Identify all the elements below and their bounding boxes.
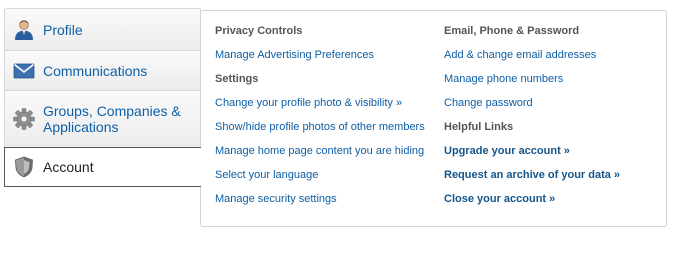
manage-advertising-preferences-link[interactable]: Manage Advertising Preferences	[215, 48, 435, 72]
manage-security-settings-link[interactable]: Manage security settings	[215, 192, 435, 216]
gear-icon	[13, 108, 35, 130]
request-data-archive-link[interactable]: Request an archive of your data »	[444, 168, 659, 192]
person-icon	[13, 19, 35, 41]
sidebar-item-label: Profile	[43, 21, 83, 38]
show-hide-profile-photos-link[interactable]: Show/hide profile photos of other member…	[215, 120, 435, 144]
envelope-icon	[13, 60, 35, 82]
sidebar-item-account[interactable]: Account	[4, 147, 201, 187]
privacy-controls-heading: Privacy Controls	[215, 25, 303, 37]
sidebar-item-label: Account	[43, 159, 94, 175]
select-language-link[interactable]: Select your language	[215, 168, 435, 192]
sidebar-item-label: Communications	[43, 62, 148, 79]
shield-icon	[13, 156, 35, 178]
sidebar-item-label: Groups, Companies & Applications	[43, 103, 181, 135]
email-phone-password-heading: Email, Phone & Password	[444, 25, 580, 37]
manage-phone-numbers-link[interactable]: Manage phone numbers	[444, 72, 659, 96]
add-change-email-link[interactable]: Add & change email addresses	[444, 48, 659, 72]
account-settings-panel: Privacy Controls Manage Advertising Pref…	[200, 10, 667, 227]
sidebar-item-profile[interactable]: Profile	[4, 8, 201, 50]
settings-heading: Settings	[215, 73, 259, 85]
helpful-links-heading: Helpful Links	[444, 121, 514, 133]
settings-column-right: Email, Phone & Password Add & change ema…	[444, 24, 659, 216]
settings-column-left: Privacy Controls Manage Advertising Pref…	[215, 24, 435, 216]
close-account-link[interactable]: Close your account »	[444, 192, 659, 216]
sidebar-item-groups-companies-applications[interactable]: Groups, Companies & Applications	[4, 90, 201, 147]
change-profile-photo-link[interactable]: Change your profile photo & visibility »	[215, 96, 435, 120]
sidebar-item-communications[interactable]: Communications	[4, 50, 201, 90]
manage-home-page-content-link[interactable]: Manage home page content you are hiding	[215, 144, 435, 168]
settings-sidebar: Profile Communications Groups, Companies…	[4, 8, 201, 187]
upgrade-account-link[interactable]: Upgrade your account »	[444, 144, 659, 168]
change-password-link[interactable]: Change password	[444, 96, 659, 120]
